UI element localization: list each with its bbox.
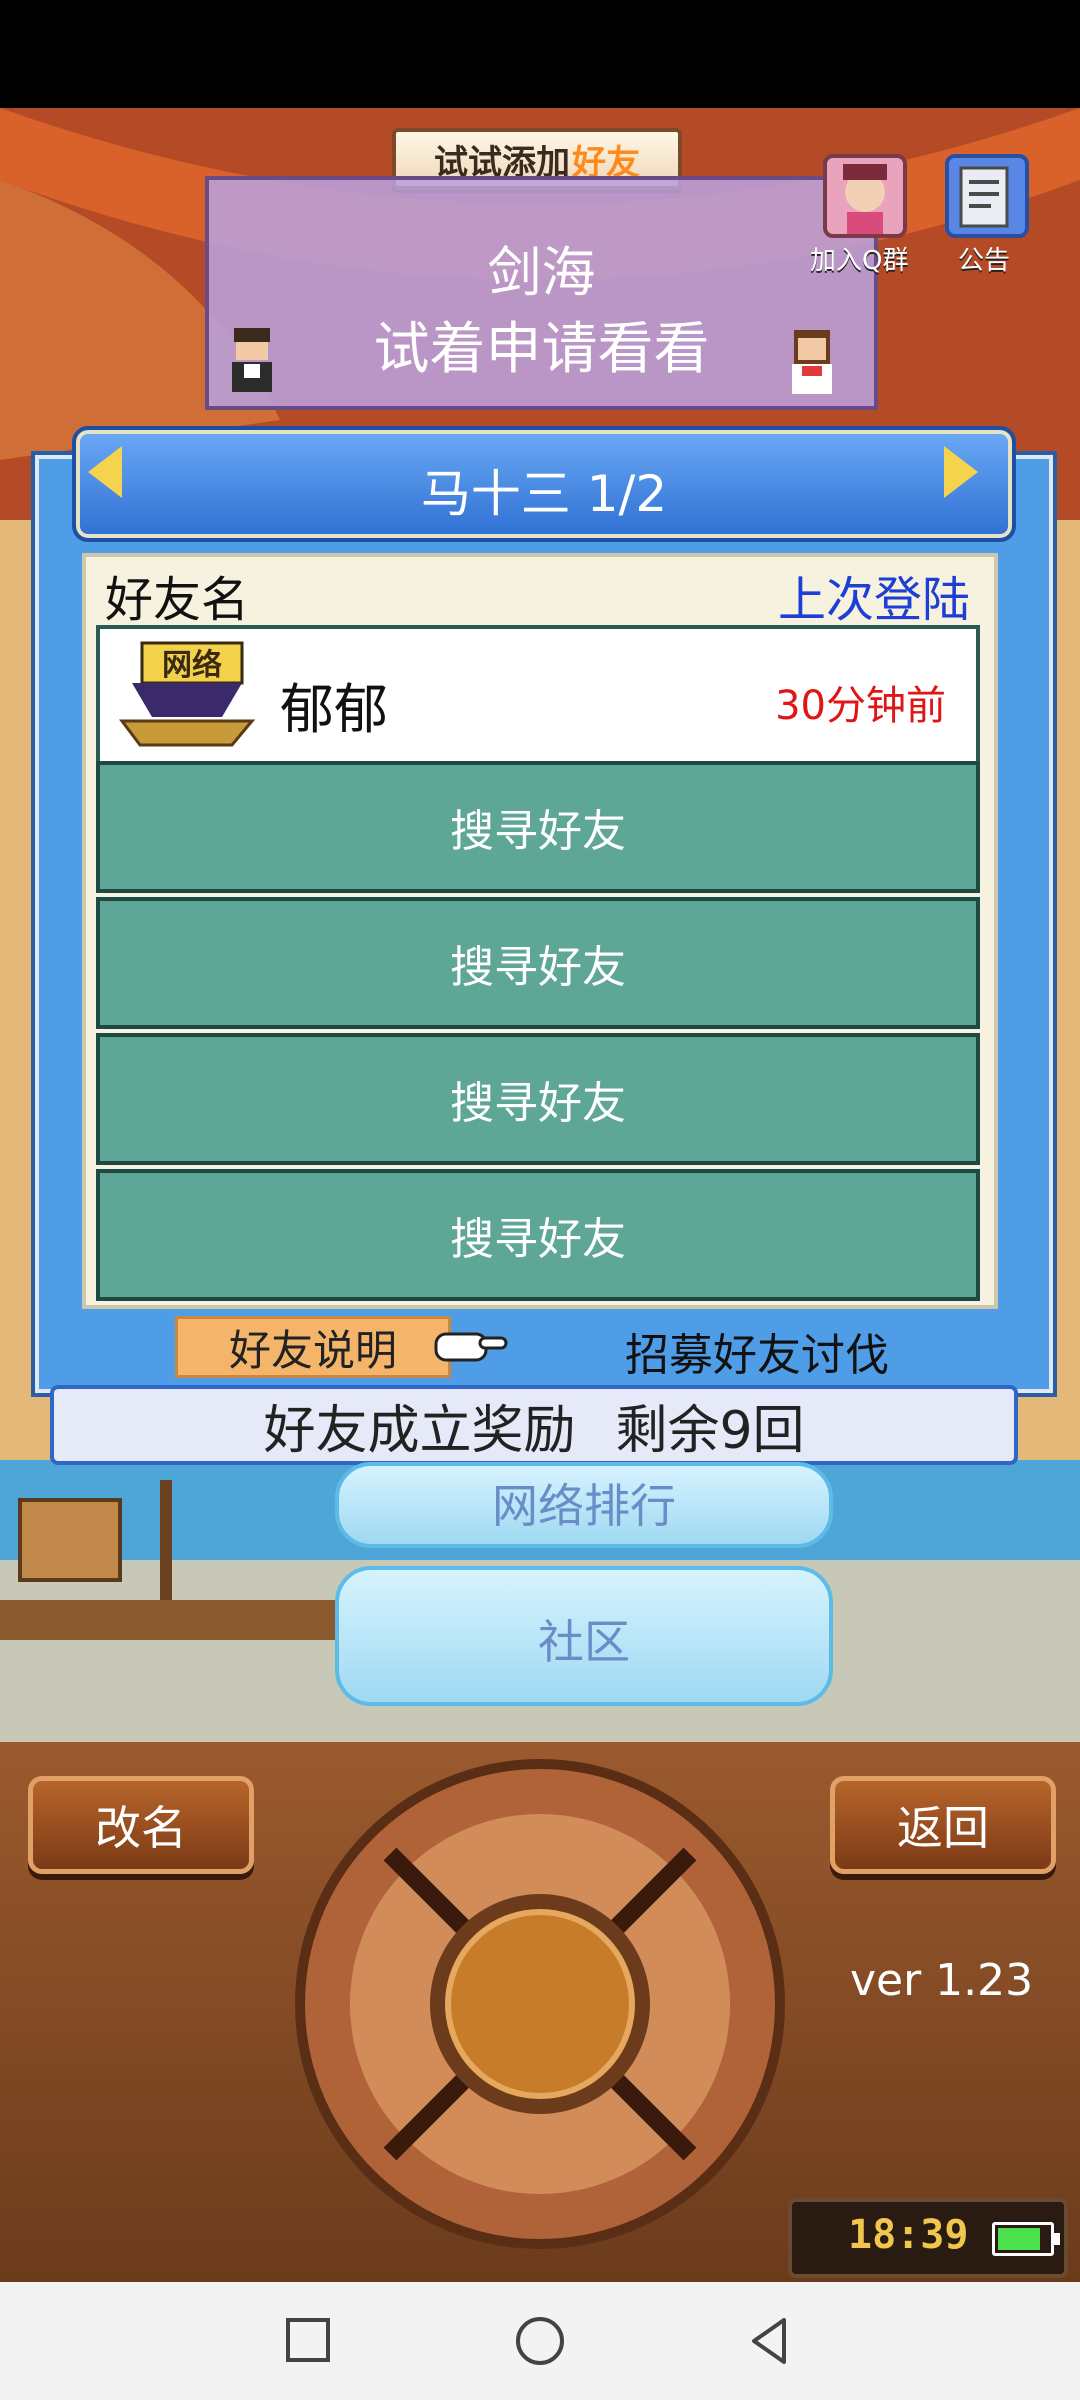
search-friend-label: 搜寻好友 — [450, 806, 626, 857]
boy-sprite-icon — [232, 328, 272, 392]
rename-label: 改名 — [95, 1801, 187, 1855]
back-button[interactable]: 返回 — [830, 1776, 1056, 1874]
friend-explain-label: 好友说明 — [228, 1325, 397, 1375]
friend-name: 郁郁 — [280, 678, 388, 741]
suggestion-message: 试着申请看看 — [373, 317, 710, 382]
column-friend-name: 好友名 — [105, 572, 250, 628]
search-friend-slot[interactable]: 搜寻好友 — [96, 897, 980, 1029]
clock-display: 18:39 — [788, 2198, 1068, 2278]
search-friend-label: 搜寻好友 — [450, 1078, 626, 1129]
notice-icon[interactable] — [945, 154, 1029, 238]
reward-remaining: 剩余9回 — [615, 1400, 805, 1461]
community-label: 社区 — [538, 1615, 630, 1669]
search-friend-label: 搜寻好友 — [450, 1214, 626, 1265]
back-nav-icon[interactable] — [742, 2314, 796, 2368]
ship-icon: 网络 — [119, 641, 256, 747]
page-header: 马十三 1/2 — [72, 426, 1016, 542]
search-friend-slot[interactable]: 搜寻好友 — [96, 1169, 980, 1301]
girl-sprite-icon — [792, 330, 832, 394]
next-page-arrow-icon[interactable] — [944, 446, 978, 498]
dpad-icon[interactable] — [280, 1754, 800, 2254]
friend-explain-button[interactable]: 好友说明 — [175, 1316, 451, 1378]
qq-group-icon[interactable] — [823, 154, 907, 238]
search-friend-slot[interactable]: 搜寻好友 — [96, 1033, 980, 1165]
home-icon[interactable] — [513, 2314, 567, 2368]
back-label: 返回 — [897, 1801, 989, 1855]
system-nav-bar — [0, 2282, 1080, 2400]
suggested-friend-name: 剑海 — [487, 241, 596, 304]
ranking-cloud-button[interactable]: 网络排行 — [335, 1462, 833, 1548]
column-last-login: 上次登陆 — [777, 572, 970, 628]
pointing-hand-icon — [434, 1332, 508, 1362]
friend-reward-bar: 好友成立奖励 剩余9回 — [50, 1385, 1018, 1465]
search-friend-label: 搜寻好友 — [450, 942, 626, 993]
game-screen: 试试添加 好友 剑海 试着申请看看 加入Q群 公告 马十三 1/2 好友名 上次… — [0, 0, 1080, 2400]
recent-apps-icon[interactable] — [282, 2314, 336, 2368]
suggestion-card[interactable]: 剑海 试着申请看看 — [205, 176, 878, 410]
prev-page-arrow-icon[interactable] — [88, 446, 122, 498]
battery-icon — [992, 2222, 1060, 2256]
ship-badge-text: 网络 — [162, 648, 222, 683]
community-cloud-button[interactable]: 社区 — [335, 1566, 833, 1706]
friend-last-login: 30分钟前 — [775, 683, 946, 729]
page-title: 马十三 1/2 — [420, 465, 668, 523]
notice-label[interactable]: 公告 — [958, 240, 1010, 277]
friend-row[interactable]: 网络 郁郁 30分钟前 — [96, 625, 980, 765]
recruit-friends-button[interactable]: 招募好友讨伐 — [625, 1319, 889, 1383]
version-text: ver 1.23 — [850, 1955, 1034, 2006]
ranking-label: 网络排行 — [492, 1479, 676, 1533]
rename-button[interactable]: 改名 — [28, 1776, 254, 1874]
qq-group-label[interactable]: 加入Q群 — [810, 240, 908, 277]
search-friend-slot[interactable]: 搜寻好友 — [96, 761, 980, 893]
reward-label: 好友成立奖励 — [263, 1400, 576, 1461]
clock-time: 18:39 — [848, 2212, 969, 2258]
